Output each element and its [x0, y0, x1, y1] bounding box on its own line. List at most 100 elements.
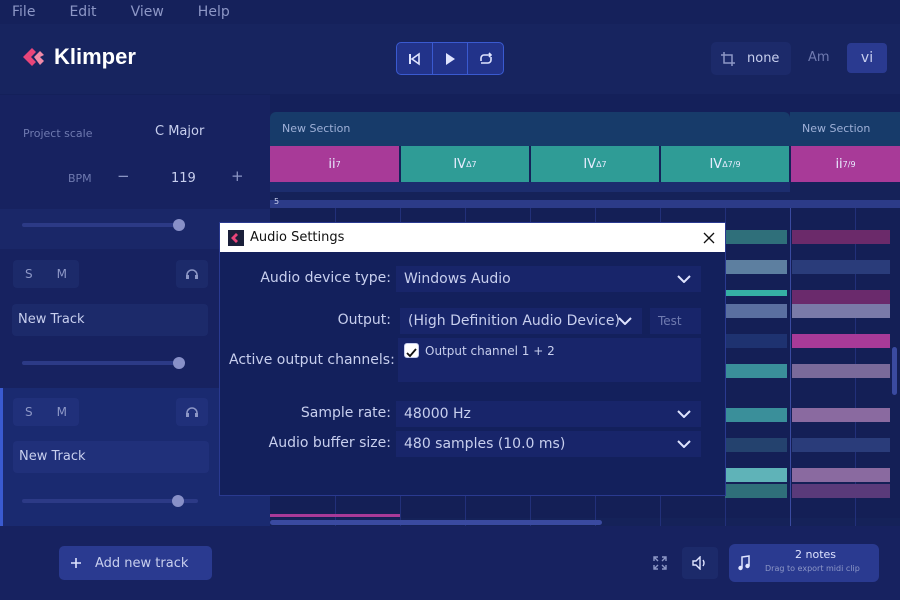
- play-button[interactable]: [433, 43, 469, 74]
- chord-numeral: ii: [835, 156, 843, 172]
- chord-block[interactable]: IV Δ7: [401, 146, 529, 182]
- midi-note[interactable]: [725, 484, 787, 498]
- midi-note[interactable]: [725, 290, 787, 296]
- headphones-icon: [186, 407, 198, 417]
- volume-knob[interactable]: [173, 357, 185, 369]
- project-scale-value[interactable]: C Major: [155, 124, 204, 139]
- chevron-down-icon: [677, 440, 691, 448]
- midi-note[interactable]: [792, 468, 890, 482]
- close-icon: [703, 232, 715, 243]
- chord-block[interactable]: IV Δ7: [531, 146, 659, 182]
- channels-label: Active output channels:: [229, 352, 395, 368]
- device-type-label: Audio device type:: [260, 270, 391, 286]
- headphones-button[interactable]: [176, 398, 208, 426]
- add-track-button[interactable]: Add new track: [59, 546, 212, 580]
- midi-note[interactable]: [792, 230, 890, 244]
- skip-back-icon: [409, 51, 421, 66]
- midi-note[interactable]: [725, 408, 787, 422]
- sample-rate-select[interactable]: 48000 Hz: [396, 401, 701, 427]
- midi-note[interactable]: [725, 468, 787, 482]
- add-track-label: Add new track: [95, 555, 189, 571]
- chord-numeral: IV: [709, 156, 723, 172]
- headphones-icon: [186, 269, 198, 279]
- midi-note[interactable]: [725, 230, 787, 244]
- chord-numeral: IV: [583, 156, 597, 172]
- section-header[interactable]: New Section: [270, 112, 790, 146]
- chord-numeral: ii: [328, 156, 336, 172]
- app-logo: Klimper: [20, 44, 136, 70]
- solo-button[interactable]: S: [25, 267, 33, 281]
- chevron-down-icon: [618, 317, 632, 325]
- midi-note[interactable]: [792, 260, 890, 274]
- track-1-volume-slider[interactable]: [22, 219, 185, 231]
- section-header[interactable]: New Section: [790, 112, 900, 146]
- chord-extension: Δ7: [466, 159, 477, 169]
- key-vi-button[interactable]: vi: [847, 43, 887, 73]
- chord-block[interactable]: ii 7: [270, 146, 399, 182]
- vertical-scrollbar[interactable]: [892, 347, 897, 395]
- bpm-decrease-button[interactable]: −: [117, 167, 130, 185]
- chord-extension: Δ7/9: [722, 159, 741, 169]
- crop-icon: [721, 51, 735, 66]
- output-select[interactable]: (High Definition Audio Device): [400, 308, 642, 334]
- timeline-ruler[interactable]: 5: [270, 197, 900, 208]
- menu-view[interactable]: View: [131, 4, 164, 20]
- plus-icon: [71, 558, 81, 568]
- solo-mute-group: S M: [13, 398, 79, 426]
- chord-display[interactable]: none: [711, 42, 791, 75]
- test-button[interactable]: Test: [650, 308, 701, 334]
- midi-note[interactable]: [725, 304, 787, 318]
- fullscreen-button[interactable]: [642, 547, 678, 579]
- chord-block[interactable]: ii 7/9: [791, 146, 900, 182]
- sample-rate-value: 48000 Hz: [404, 406, 471, 422]
- midi-note[interactable]: [725, 334, 787, 348]
- midi-note[interactable]: [792, 438, 890, 452]
- loop-button[interactable]: [468, 43, 503, 74]
- export-midi-clip[interactable]: 2 notes Drag to export midi clip: [729, 544, 879, 582]
- buffer-size-select[interactable]: 480 samples (10.0 ms): [396, 431, 701, 457]
- menu-bar: File Edit View Help: [0, 0, 900, 24]
- volume-knob[interactable]: [172, 495, 184, 507]
- track-name-field[interactable]: New Track: [13, 441, 209, 473]
- bpm-label: BPM: [68, 172, 92, 185]
- midi-note[interactable]: [792, 334, 890, 348]
- volume-knob[interactable]: [173, 219, 185, 231]
- device-type-value: Windows Audio: [404, 271, 511, 287]
- midi-note[interactable]: [792, 290, 890, 304]
- midi-note[interactable]: [792, 304, 890, 318]
- horizontal-scrollbar[interactable]: [270, 520, 602, 525]
- menu-edit[interactable]: Edit: [69, 4, 96, 20]
- midi-note[interactable]: [792, 408, 890, 422]
- track-name-field[interactable]: New Track: [12, 304, 208, 336]
- midi-note[interactable]: [792, 364, 890, 378]
- midi-note[interactable]: [725, 364, 787, 378]
- key-am-button[interactable]: Am: [808, 50, 830, 65]
- headphones-button[interactable]: [176, 260, 208, 288]
- mute-button[interactable]: M: [57, 405, 67, 419]
- sample-rate-label: Sample rate:: [300, 405, 391, 421]
- track-3-volume-slider[interactable]: [22, 495, 198, 507]
- midi-note[interactable]: [792, 484, 890, 498]
- menu-file[interactable]: File: [12, 4, 35, 20]
- close-button[interactable]: [703, 232, 715, 244]
- midi-note[interactable]: [725, 438, 787, 452]
- track-2-volume-slider[interactable]: [22, 357, 185, 369]
- chord-block[interactable]: IV Δ7/9: [661, 146, 789, 182]
- device-type-select[interactable]: Windows Audio: [396, 266, 701, 292]
- output-label: Output:: [337, 312, 391, 328]
- midi-note[interactable]: [725, 260, 787, 274]
- bpm-value[interactable]: 119: [171, 171, 196, 186]
- check-icon: [406, 348, 417, 358]
- skip-back-button[interactable]: [397, 43, 433, 74]
- bpm-increase-button[interactable]: +: [231, 167, 244, 185]
- solo-button[interactable]: S: [25, 405, 33, 419]
- midi-note[interactable]: [270, 514, 400, 517]
- chevron-down-icon: [677, 410, 691, 418]
- project-scale-label: Project scale: [23, 127, 93, 140]
- transport-controls: [396, 42, 504, 75]
- mute-button[interactable]: M: [57, 267, 67, 281]
- channel-checkbox[interactable]: [404, 343, 419, 358]
- volume-button[interactable]: [682, 547, 718, 579]
- menu-help[interactable]: Help: [198, 4, 230, 20]
- channels-list: Output channel 1 + 2: [398, 338, 701, 382]
